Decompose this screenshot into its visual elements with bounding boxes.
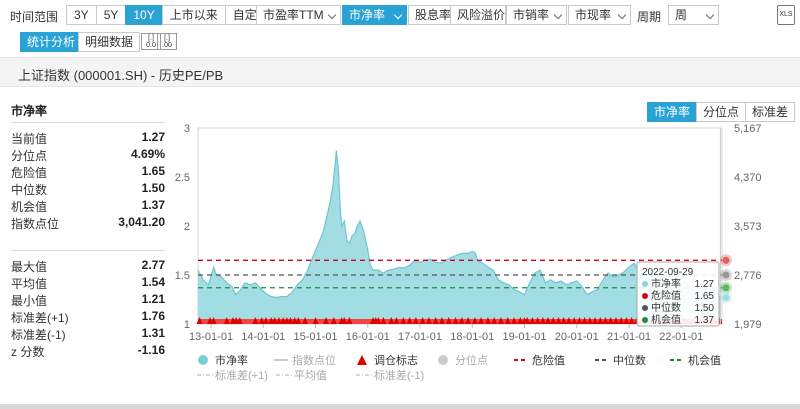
- tooltip-series-dot: [642, 305, 648, 311]
- tooltip-series-dot: [642, 317, 648, 323]
- tooltip-value: 1.37: [695, 315, 715, 326]
- y-right-tick-label: 5,167: [734, 123, 762, 135]
- legend-item[interactable]: 市净率: [215, 353, 248, 367]
- y-right-tick-label: 1,979: [734, 319, 762, 331]
- legend-item[interactable]: 机会值: [688, 353, 721, 367]
- x-tick-label: 22-01-01: [659, 331, 703, 343]
- x-tick-label: 16-01-01: [346, 331, 390, 343]
- x-tick-label: 18-01-01: [450, 331, 494, 343]
- y-left-tick-label: 2.5: [175, 172, 190, 184]
- tooltip-series-dot: [642, 293, 648, 299]
- y-right-tick-label: 3,573: [734, 221, 762, 233]
- pb-value-dot: [722, 294, 730, 302]
- legend-item[interactable]: 分位点: [455, 353, 488, 367]
- legend-symbol: [357, 355, 367, 365]
- median-value-dot: [722, 271, 730, 279]
- x-tick-label: 13-01-01: [189, 331, 233, 343]
- x-tick-label: 19-01-01: [502, 331, 546, 343]
- y-left-tick-label: 2: [184, 221, 190, 233]
- legend-symbol: [438, 355, 448, 365]
- legend-item[interactable]: 标准差(+1): [215, 368, 268, 382]
- opportunity-value-dot: [722, 284, 730, 292]
- y-left-tick-label: 1.5: [175, 270, 190, 282]
- y-right-tick-label: 2,776: [734, 270, 762, 282]
- x-tick-label: 15-01-01: [294, 331, 338, 343]
- tooltip-label: 机会值: [651, 313, 681, 326]
- y-left-tick-label: 3: [184, 123, 190, 135]
- tooltip-value: 1.50: [695, 303, 715, 314]
- x-tick-label: 17-01-01: [398, 331, 442, 343]
- legend-item[interactable]: 指数点位: [292, 353, 336, 367]
- tooltip-label: 危险值: [651, 289, 681, 302]
- x-tick-label: 20-01-01: [555, 331, 599, 343]
- legend-item[interactable]: 危险值: [532, 353, 565, 367]
- y-left-tick-label: 1: [184, 319, 190, 331]
- tooltip-series-dot: [642, 281, 648, 287]
- pb-history-chart: 1 1.5 2 2.5 3 1,979 2,776 3,573 4,370 5,167 13-01-…: [175, 123, 762, 382]
- legend-symbol: [198, 355, 208, 365]
- tooltip-label: 中位数: [651, 301, 681, 314]
- tooltip-value: 1.65: [695, 291, 715, 302]
- y-right-tick-label: 4,370: [734, 172, 762, 184]
- legend-item[interactable]: 中位数: [613, 353, 646, 367]
- tooltip-value: 1.27: [695, 279, 715, 290]
- legend-item[interactable]: 平均值: [294, 369, 327, 382]
- x-tick-label: 14-01-01: [241, 331, 285, 343]
- x-tick-label: 21-01-01: [607, 331, 651, 343]
- danger-value-dot: [722, 256, 730, 264]
- tooltip-date: 2022-09-29: [642, 267, 694, 278]
- footer-divider: [0, 404, 800, 409]
- legend-item[interactable]: 调仓标志: [374, 353, 418, 367]
- legend-item[interactable]: 标准差(-1): [374, 368, 424, 382]
- tooltip-label: 市净率: [651, 277, 681, 290]
